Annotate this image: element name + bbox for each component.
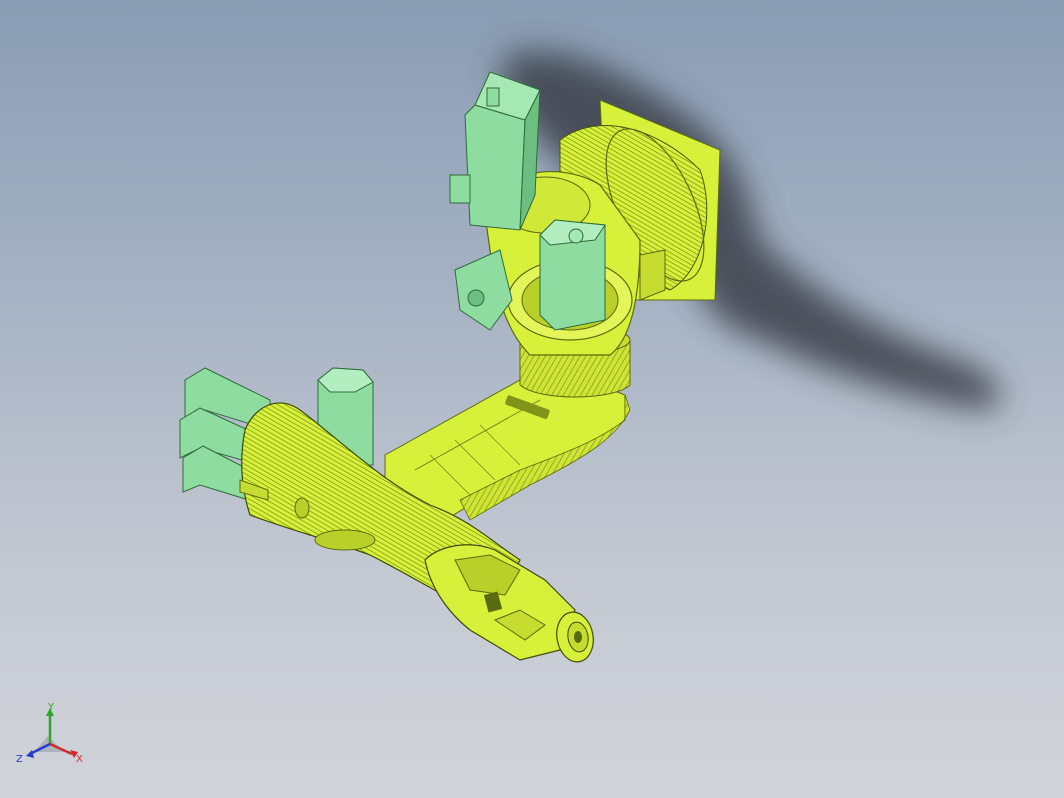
robot-arm-model[interactable] <box>0 0 1064 798</box>
x-axis-label: X <box>76 754 83 765</box>
y-axis-label: Y <box>47 702 55 713</box>
cad-graphics-area[interactable]: Y X Z <box>0 0 1064 798</box>
wrist-assembly[interactable] <box>424 544 576 661</box>
upper-arm-link[interactable] <box>384 376 631 521</box>
z-axis-label: Z <box>16 754 23 765</box>
z-arrow-icon <box>26 750 34 758</box>
servo-motor-upper[interactable] <box>539 219 606 331</box>
top-controller-box[interactable] <box>449 71 541 231</box>
view-orientation-triad[interactable]: Y X Z <box>14 700 94 780</box>
